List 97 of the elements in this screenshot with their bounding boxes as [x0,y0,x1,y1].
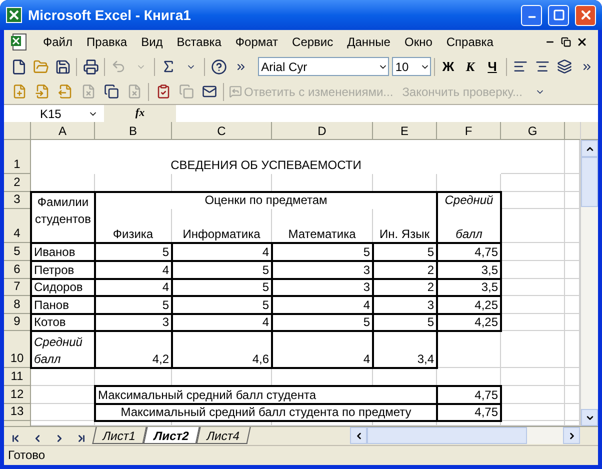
table-cell [501,368,565,386]
scroll-left-button[interactable] [350,427,367,444]
menu-item[interactable]: Окно [397,33,440,51]
column-header[interactable]: F [437,122,501,140]
bold-button[interactable]: Ж [438,56,459,76]
column-header[interactable]: D [272,122,373,140]
align-center-icon[interactable] [534,59,550,74]
name-box[interactable]: K15 [4,105,104,122]
row-header[interactable]: 5 [4,243,31,261]
scroll-up-button[interactable] [581,140,598,157]
table-cell [501,261,565,279]
row-header[interactable]: 1 [4,140,31,174]
column-header[interactable]: G [501,122,565,140]
help-icon[interactable] [210,58,227,74]
status-text: Готово [8,447,46,464]
row-header[interactable]: 8 [4,296,31,314]
table-cell [501,192,565,209]
new-file-icon[interactable] [10,58,27,74]
italic-button[interactable]: К [460,56,481,76]
table-cell [565,296,580,314]
restore-icon[interactable] [561,37,571,47]
window-title: Microsoft Excel - Книга1 [28,6,192,24]
save-icon[interactable] [54,58,71,74]
table-cell [565,331,580,368]
column-header[interactable]: B [95,122,172,140]
sheet-tab[interactable]: Лист2 [142,427,200,444]
row-header[interactable]: 7 [4,279,31,296]
table-cell [565,209,580,243]
table-cell [565,192,580,209]
menu-item[interactable]: Данные [340,33,398,51]
menu-item[interactable]: Формат [228,33,286,51]
table-cell [501,140,565,174]
maximize-icon [552,9,564,21]
insert-function-button[interactable]: fx [135,105,145,122]
minimize-button[interactable] [521,4,542,26]
column-header[interactable]: C [172,122,272,140]
close-icon[interactable] [576,36,588,48]
table-cell [565,140,580,174]
scroll-right-button[interactable] [563,427,580,444]
align-left-icon[interactable] [512,59,528,74]
row-header[interactable]: 6 [4,261,31,279]
table-cell [501,296,565,314]
menu-item[interactable]: Сервис [285,33,340,51]
row-header[interactable]: 13 [4,404,31,421]
table-cell [565,261,580,279]
horizontal-scrollbar[interactable] [350,427,580,444]
column-header[interactable]: A [31,122,95,140]
table-cell [437,331,501,368]
table-cell [565,174,580,192]
table-cell [501,314,565,331]
row-header[interactable]: 12 [4,386,31,404]
table-cell [565,368,580,386]
table-cell [501,243,565,261]
column-header[interactable]: E [373,122,437,140]
last-sheet-icon[interactable] [76,432,86,444]
row-header[interactable]: 10 [4,331,31,368]
font-field[interactable]: Arial Cyr [258,57,390,76]
menu-item[interactable]: Справка [439,33,500,51]
table-cell [501,331,565,368]
vertical-scrollbar[interactable] [580,122,598,426]
maximize-button[interactable] [548,4,569,26]
close-icon [578,8,592,22]
menu-item[interactable]: Вставка [170,33,228,51]
table-cell [31,368,95,386]
row-header[interactable]: 11 [4,368,31,386]
first-sheet-icon[interactable] [10,432,20,444]
table-cell [565,243,580,261]
close-button[interactable] [575,4,596,26]
table-cell [565,314,580,331]
scroll-thumb[interactable] [581,157,598,207]
scroll-thumb[interactable] [367,427,527,444]
underline-button[interactable]: Ч [482,56,503,76]
table-cell [501,404,565,421]
sheet-tab[interactable]: Лист4 [196,427,250,444]
menu-item[interactable]: Вид [134,33,170,51]
sheet-tab[interactable]: Лист1 [92,427,147,444]
menu-item[interactable]: Файл [36,33,80,51]
table-cell [501,209,565,243]
app-icon [6,7,22,23]
table-cell [501,386,565,404]
row-header[interactable]: 4 [4,209,31,243]
table-cell [501,279,565,296]
menu-item[interactable]: Правка [80,33,134,51]
print-icon[interactable] [82,58,99,74]
table-cell [501,174,565,192]
row-header[interactable]: 9 [4,314,31,331]
table-cell [565,404,580,421]
workbook-icon[interactable] [10,33,28,51]
clipboard-check-icon[interactable] [156,84,170,99]
table-cell [565,386,580,404]
mail-icon[interactable] [202,84,216,99]
reply-icon [229,85,242,98]
row-header[interactable]: 3 [4,192,31,209]
scroll-down-button[interactable] [581,409,598,426]
table-cell [565,279,580,296]
row-header[interactable]: 2 [4,174,31,192]
font-size-field[interactable]: 10 [392,57,431,76]
